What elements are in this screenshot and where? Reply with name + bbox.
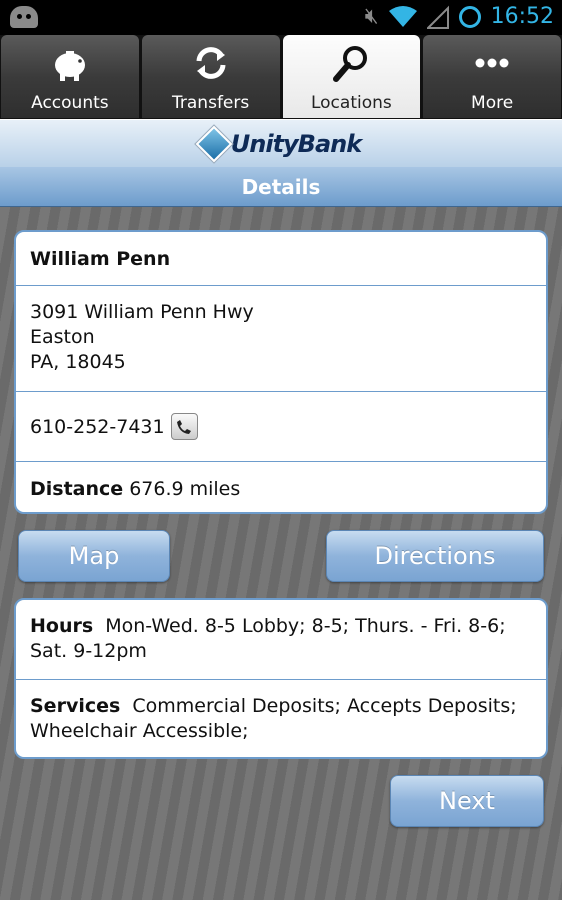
- piggy-bank-icon: [50, 43, 90, 87]
- signal-icon: [426, 5, 449, 29]
- info-card: Hours Mon-Wed. 8-5 Lobby; 8-5; Thurs. - …: [14, 598, 548, 759]
- tab-transfers[interactable]: Transfers: [141, 35, 280, 118]
- location-name: William Penn: [30, 247, 171, 270]
- mute-icon: 🔇︎: [364, 4, 379, 29]
- distance-value: 676.9 miles: [129, 478, 241, 500]
- magnifier-icon: [331, 43, 371, 87]
- directions-button[interactable]: Directions: [326, 530, 544, 582]
- services-row: Services Commercial Deposits; Accepts De…: [16, 680, 546, 757]
- call-button[interactable]: [170, 413, 198, 440]
- location-card: William Penn 3091 William Penn Hwy Easto…: [14, 230, 548, 514]
- distance-label: Distance: [30, 478, 124, 500]
- distance-row: Distance 676.9 miles: [16, 462, 546, 512]
- phone-icon: [177, 419, 192, 434]
- clock: 16:52: [490, 4, 554, 29]
- map-button[interactable]: Map: [18, 530, 170, 582]
- address-line-3: PA, 18045: [30, 351, 126, 373]
- hours-value: Mon-Wed. 8-5 Lobby; 8-5; Thurs. - Fri. 8…: [30, 615, 506, 662]
- address-line-1: 3091 William Penn Hwy: [30, 301, 254, 323]
- address-line-2: Easton: [30, 326, 95, 348]
- phone-number[interactable]: 610-252-7431: [30, 416, 165, 438]
- page-title: Details: [241, 174, 321, 199]
- map-button-label: Map: [68, 542, 120, 570]
- location-name-row: William Penn: [16, 232, 546, 286]
- hours-row: Hours Mon-Wed. 8-5 Lobby; 8-5; Thurs. - …: [16, 600, 546, 680]
- battery-ring-icon: [458, 6, 481, 28]
- brand-name: UnityBank: [230, 129, 362, 158]
- tab-bar: Accounts Transfers Locations More: [0, 35, 562, 119]
- hours-label: Hours: [30, 615, 94, 637]
- more-dots-icon: [472, 43, 512, 87]
- refresh-arrows-icon: [191, 43, 231, 87]
- next-button-label: Next: [439, 787, 495, 815]
- android-icon: [10, 6, 38, 28]
- phone-row: 610-252-7431: [16, 392, 546, 462]
- wifi-icon: [388, 6, 417, 27]
- services-label: Services: [30, 695, 121, 717]
- address-row: 3091 William Penn Hwy Easton PA, 18045: [16, 286, 546, 392]
- brand-header: UnityBank: [0, 119, 562, 167]
- unity-bank-logo-icon: [195, 125, 233, 162]
- directions-button-label: Directions: [374, 542, 496, 570]
- next-button[interactable]: Next: [390, 775, 544, 827]
- tab-locations[interactable]: Locations: [282, 35, 421, 118]
- tab-more[interactable]: More: [423, 35, 561, 118]
- page-title-bar: Details: [0, 167, 562, 207]
- tab-accounts[interactable]: Accounts: [1, 35, 139, 118]
- status-bar: 🔇︎ 16:52: [0, 0, 562, 35]
